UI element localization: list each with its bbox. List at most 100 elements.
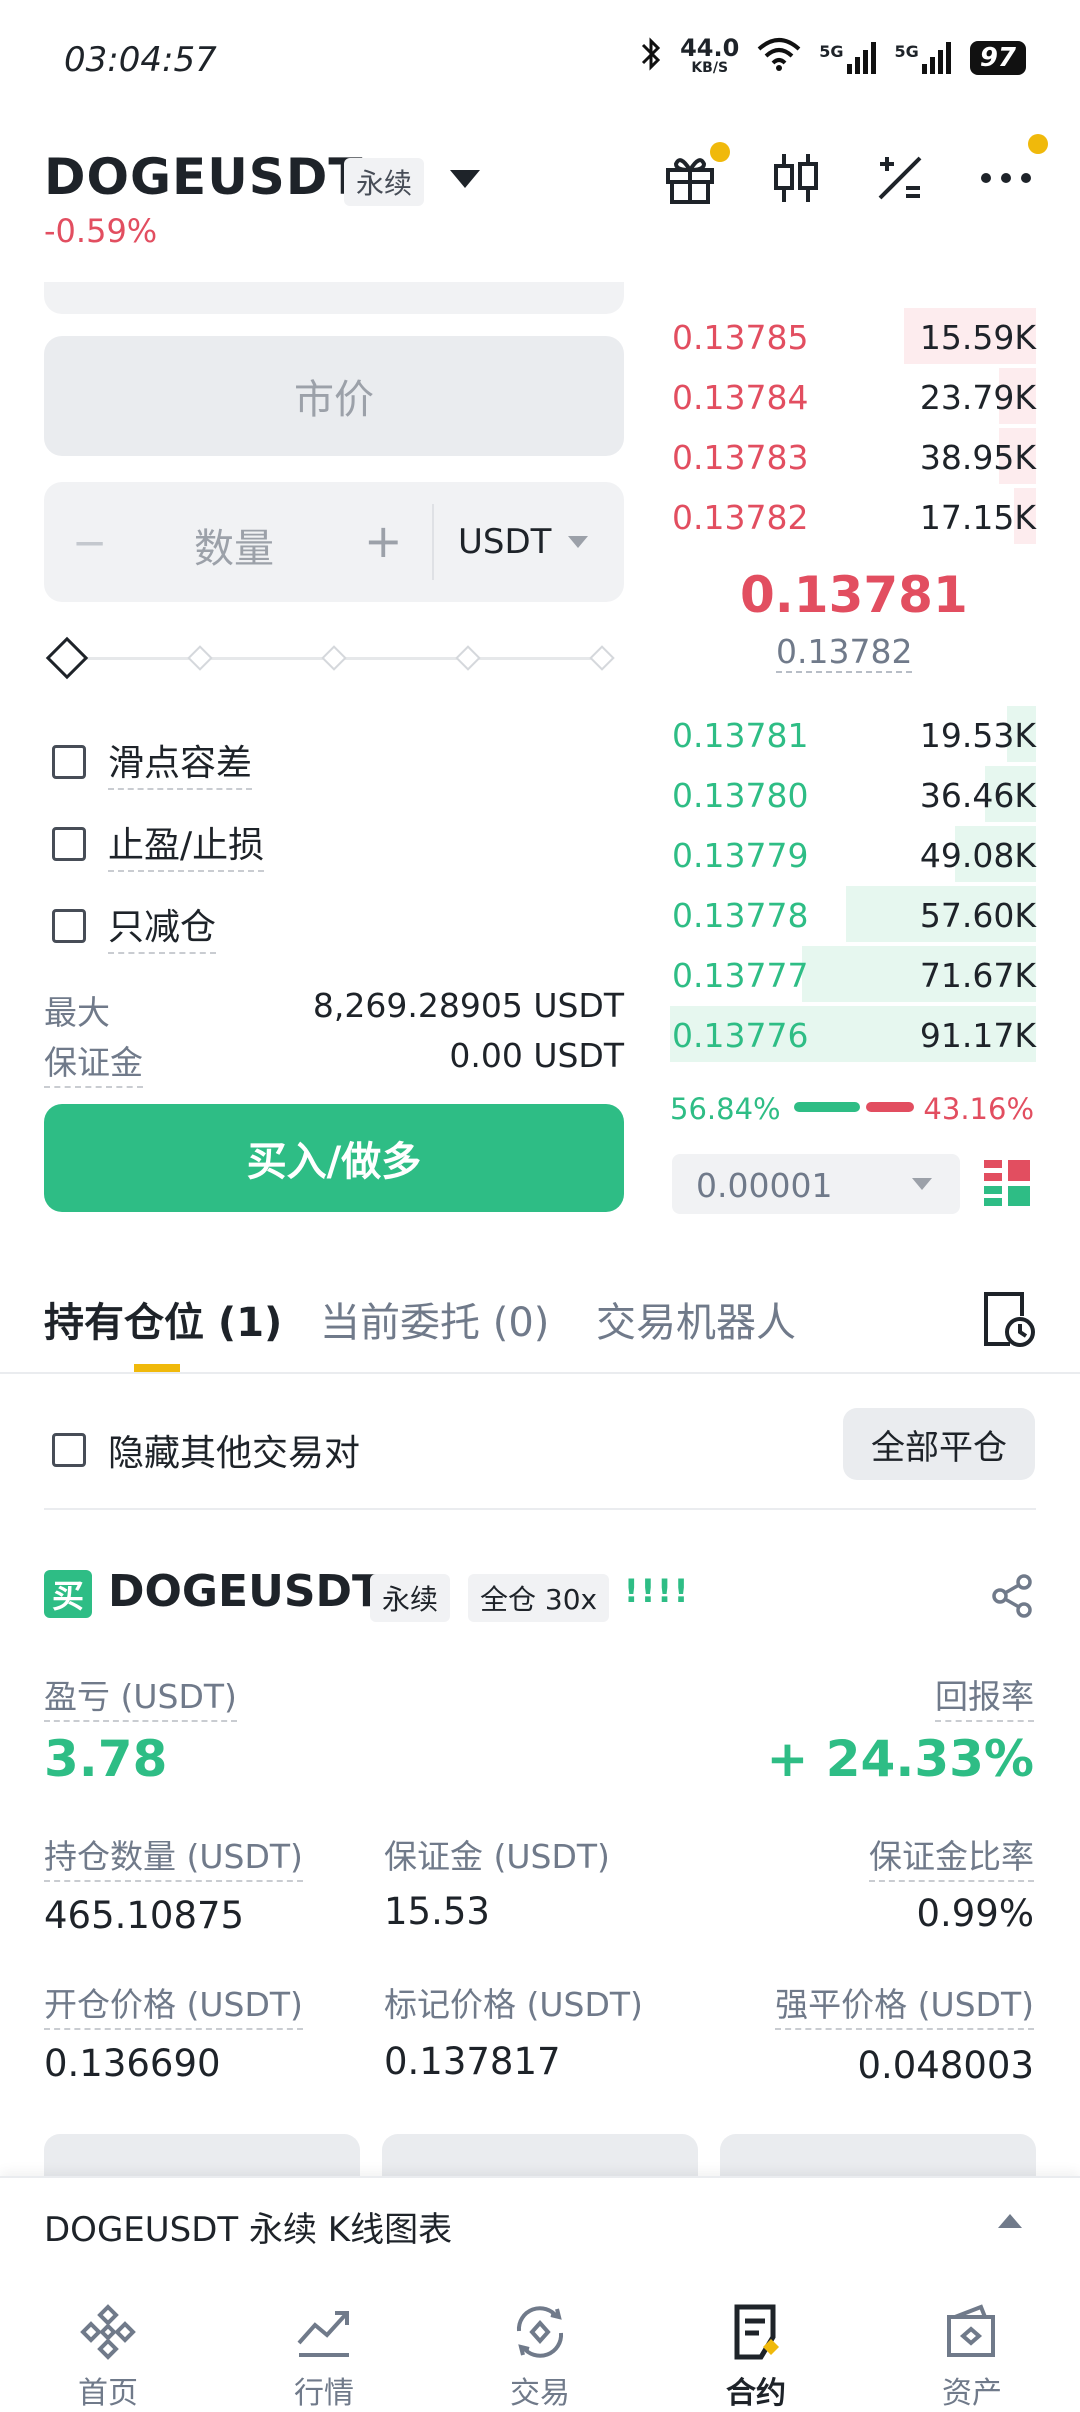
slider-handle[interactable] [45, 636, 89, 680]
quantity-input[interactable]: 数量 [194, 516, 274, 574]
chevron-down-icon[interactable] [568, 536, 588, 548]
order-history-icon[interactable] [980, 1290, 1036, 1352]
quantity-increase-button[interactable]: + [364, 514, 403, 568]
margin-ratio-value: 0.99% [916, 1892, 1034, 1935]
bottom-nav: 首页 行情 交易 合约 资产 [0, 2266, 1080, 2412]
nav-label: 行情 [294, 2376, 354, 2411]
bid-row[interactable]: 0.13778 57.60K [670, 886, 1036, 942]
order-quantity: 57.60K [919, 896, 1036, 935]
order-price: 0.13781 [672, 716, 809, 755]
divider [432, 504, 434, 580]
close-all-button[interactable]: 全部平仓 [843, 1408, 1035, 1480]
nav-home[interactable]: 首页 [0, 2266, 216, 2412]
option-label: 只减仓 [108, 898, 217, 954]
slider-tick-25[interactable] [187, 645, 213, 671]
slider-tick-100[interactable] [589, 645, 615, 671]
more-icon[interactable] [976, 134, 1048, 208]
position-symbol[interactable]: DOGEUSDT [108, 1566, 382, 1617]
bid-row[interactable]: 0.13776 91.17K [670, 1006, 1036, 1062]
nav-trade[interactable]: 交易 [432, 2266, 648, 2412]
ask-row[interactable]: 0.13782 17.15K [670, 488, 1036, 544]
bid-row[interactable]: 0.13781 19.53K [670, 706, 1036, 762]
home-icon [76, 2300, 140, 2364]
order-price: 0.13784 [672, 378, 809, 417]
slider-tick-50[interactable] [321, 645, 347, 671]
order-type-field[interactable] [44, 282, 624, 314]
margin-value: 0.00 USDT [449, 1036, 624, 1075]
hide-other-pairs-option[interactable]: 隐藏其他交易对 [52, 1424, 360, 1476]
liq-price-value: 0.048003 [857, 2044, 1034, 2087]
slider-tick-75[interactable] [455, 645, 481, 671]
nav-assets[interactable]: 资产 [864, 2266, 1080, 2412]
checkbox[interactable] [52, 745, 86, 779]
bid-row[interactable]: 0.13780 36.46K [670, 766, 1036, 822]
order-price: 0.13780 [672, 776, 809, 815]
slippage-option[interactable]: 滑点容差 [52, 734, 253, 790]
mark-price[interactable]: 0.13782 [776, 632, 913, 673]
order-quantity: 23.79K [919, 378, 1036, 417]
bid-row[interactable]: 0.13777 71.67K [670, 946, 1036, 1002]
futures-icon [724, 2300, 788, 2364]
order-quantity: 15.59K [919, 318, 1036, 357]
tpsl-option[interactable]: 止盈/止损 [52, 816, 265, 872]
adl-indicator: !!!! [624, 1572, 691, 1610]
checkbox[interactable] [52, 1433, 86, 1467]
margin-label: 保证金 [44, 1036, 143, 1088]
kline-chart-bar[interactable]: DOGEUSDT 永续 K线图表 [0, 2176, 1080, 2266]
quantity-decrease-button[interactable]: − [72, 518, 107, 567]
margin-mode-tag[interactable]: 全仓 30x [468, 1574, 610, 1622]
nav-label: 资产 [942, 2376, 1002, 2411]
quantity-field[interactable]: − 数量 + USDT [44, 482, 624, 602]
symbol-title[interactable]: DOGEUSDT [44, 148, 363, 206]
quantity-unit-select[interactable]: USDT [458, 522, 551, 562]
pnl-value: 3.78 [44, 1730, 168, 1788]
tick-size-select[interactable]: 0.00001 [672, 1154, 960, 1214]
divider [0, 1372, 1080, 1374]
nav-label: 交易 [510, 2376, 570, 2411]
reduce-only-option[interactable]: 只减仓 [52, 898, 217, 954]
tab-trading-bots[interactable]: 交易机器人 [596, 1290, 796, 1348]
bluetooth-icon [640, 36, 662, 79]
tab-open-orders[interactable]: 当前委托 (0) [320, 1290, 549, 1348]
ask-row[interactable]: 0.13785 15.59K [670, 308, 1036, 364]
checkbox[interactable] [52, 909, 86, 943]
share-icon[interactable] [990, 1574, 1034, 1622]
more-badge [1028, 134, 1048, 154]
book-layout-icon[interactable] [984, 1160, 1030, 1210]
network-speed: 44.0 KB/S [680, 33, 740, 76]
nav-futures[interactable]: 合约 [648, 2266, 864, 2412]
order-price: 0.13777 [672, 956, 809, 995]
side-badge: 买 [44, 1570, 92, 1618]
gift-icon[interactable] [660, 142, 730, 208]
status-icons: 44.0 KB/S 5G 5G 97 [640, 36, 1026, 79]
ask-row[interactable]: 0.13783 38.95K [670, 428, 1036, 484]
symbol-dropdown-icon[interactable] [450, 170, 480, 188]
order-quantity: 17.15K [919, 498, 1036, 537]
last-price[interactable]: 0.13781 [740, 566, 968, 624]
calculator-icon[interactable] [870, 148, 930, 208]
bid-row[interactable]: 0.13779 49.08K [670, 826, 1036, 882]
candlestick-icon[interactable] [766, 148, 826, 208]
markets-icon [292, 2300, 356, 2364]
buy-long-button[interactable]: 买入/做多 [44, 1104, 624, 1212]
chevron-up-icon[interactable] [998, 2214, 1022, 2228]
buy-ratio-bar [794, 1102, 860, 1112]
pnl-label: 盈亏 (USDT) [44, 1670, 237, 1722]
ask-row[interactable]: 0.13784 23.79K [670, 368, 1036, 424]
sell-ratio-bar [866, 1102, 914, 1112]
divider [44, 1508, 1036, 1510]
order-quantity: 49.08K [919, 836, 1036, 875]
price-field[interactable]: 市价 [44, 336, 624, 456]
checkbox[interactable] [52, 827, 86, 861]
tab-positions[interactable]: 持有仓位 (1) [44, 1290, 282, 1348]
mark-price-label: 标记价格 (USDT) [384, 1985, 643, 2024]
nav-label: 合约 [726, 2376, 786, 2411]
wallet-icon [940, 2300, 1004, 2364]
order-price: 0.13778 [672, 896, 809, 935]
nav-markets[interactable]: 行情 [216, 2266, 432, 2412]
size-value: 465.10875 [44, 1894, 245, 1937]
order-price: 0.13776 [672, 1016, 809, 1055]
mark-price-value: 0.137817 [384, 2040, 561, 2083]
entry-price-value: 0.136690 [44, 2042, 221, 2085]
margin-value: 15.53 [384, 1890, 490, 1933]
